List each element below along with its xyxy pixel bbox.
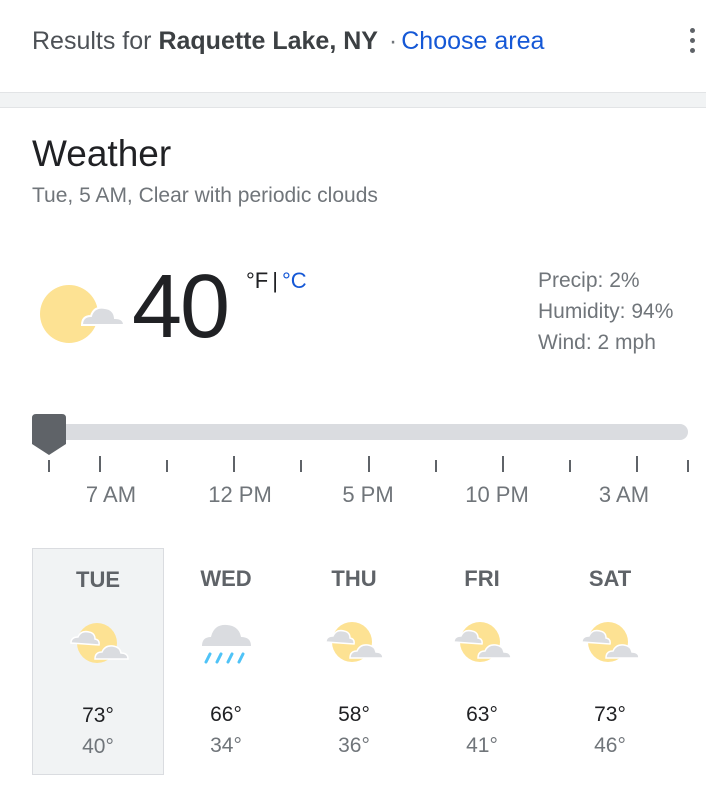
location-name: Raquette Lake, NY: [158, 27, 378, 55]
rain-icon: [202, 624, 251, 664]
tick: [502, 456, 504, 472]
wind-text: Wind: 2 mph: [538, 331, 656, 354]
tick: [569, 460, 571, 472]
weather-details: Precip: 2% Humidity: 94% Wind: 2 mph: [538, 265, 673, 358]
tick: [166, 460, 168, 472]
timeline-track[interactable]: [36, 424, 688, 440]
timeline-slider-handle[interactable]: [32, 414, 66, 456]
day-name: FRI: [464, 566, 500, 591]
tick: [233, 456, 235, 472]
daily-forecast: TUE 73° 40° WED 66° 34° THU 58° 36° FRI …: [32, 548, 692, 776]
forecast-day-thu[interactable]: THU 58° 36°: [288, 548, 420, 775]
weather-subtitle: Tue, 5 AM, Clear with periodic clouds: [32, 184, 378, 207]
tick: [435, 460, 437, 472]
partly-cloudy-icon: [40, 285, 126, 343]
day-name: TUE: [76, 567, 120, 592]
results-header: Results for Raquette Lake, NY · Choose ar…: [0, 0, 706, 92]
high-temp: 73°: [82, 704, 114, 727]
tick: [368, 456, 370, 472]
hour-label: 5 PM: [342, 482, 394, 507]
unit-separator: |: [272, 268, 278, 293]
day-name: WED: [200, 566, 252, 591]
unit-celsius-link[interactable]: °C: [282, 268, 307, 293]
partly-cloudy-icon: [453, 622, 512, 662]
tick: [48, 460, 50, 472]
section-divider: [0, 92, 706, 108]
partly-cloudy-icon: [325, 622, 384, 662]
timeline-hour-labels: 7 AM 12 PM 5 PM 10 PM 3 AM: [0, 482, 706, 512]
humidity-text: Humidity: 94%: [538, 300, 674, 323]
tick: [687, 460, 689, 472]
hour-label: 3 AM: [598, 482, 650, 507]
current-temperature: 40: [132, 257, 230, 357]
forecast-day-wed[interactable]: WED 66° 34°: [160, 548, 292, 775]
results-line: Results for Raquette Lake, NY · Choose ar…: [32, 27, 544, 56]
tick: [636, 456, 638, 472]
low-temp: 36°: [338, 734, 370, 757]
day-name: THU: [331, 566, 377, 591]
results-prefix: Results for: [32, 27, 152, 55]
tick: [99, 456, 101, 472]
partly-cloudy-icon: [70, 623, 129, 663]
forecast-day-fri[interactable]: FRI 63° 41°: [416, 548, 548, 775]
tick: [300, 460, 302, 472]
high-temp: 73°: [594, 703, 626, 726]
low-temp: 34°: [210, 734, 242, 757]
low-temp: 41°: [466, 734, 498, 757]
high-temp: 58°: [338, 703, 370, 726]
partly-cloudy-icon: [581, 622, 640, 662]
more-vert-icon[interactable]: [680, 26, 704, 56]
choose-area-link[interactable]: Choose area: [401, 27, 544, 55]
weather-title: Weather: [32, 133, 172, 174]
high-temp: 66°: [210, 703, 242, 726]
forecast-day-tue[interactable]: TUE 73° 40°: [32, 548, 164, 775]
hour-label: 12 PM: [208, 482, 272, 507]
precip-text: Precip: 2%: [538, 269, 640, 292]
high-temp: 63°: [466, 703, 498, 726]
unit-toggle: °F | °C: [246, 268, 307, 294]
hour-label: 7 AM: [85, 482, 137, 507]
forecast-day-sat[interactable]: SAT 73° 46°: [544, 548, 676, 775]
day-name: SAT: [588, 566, 632, 591]
timeline-ticks: [0, 454, 706, 474]
separator-dot: ·: [388, 27, 398, 55]
unit-fahrenheit[interactable]: °F: [246, 268, 268, 293]
low-temp: 46°: [594, 734, 626, 757]
hour-label: 10 PM: [465, 482, 529, 507]
low-temp: 40°: [82, 735, 114, 758]
